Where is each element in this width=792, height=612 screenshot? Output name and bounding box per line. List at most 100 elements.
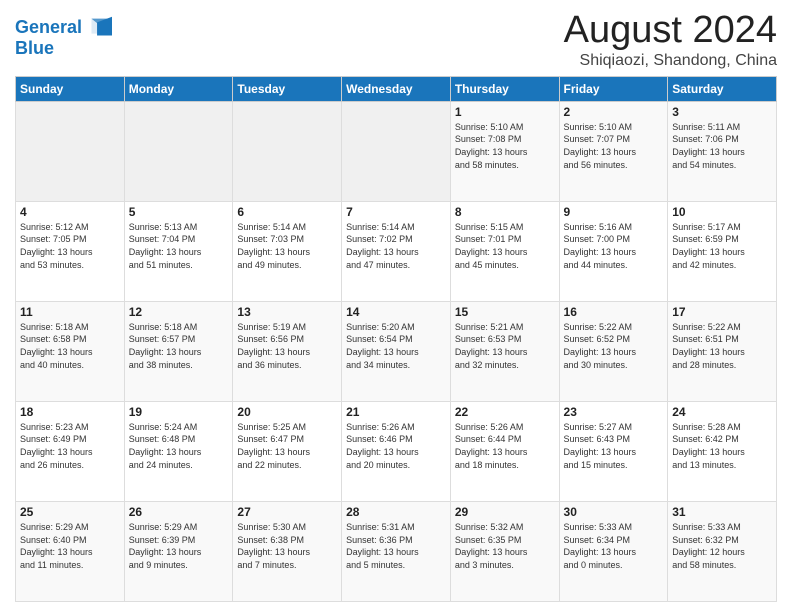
day-info: Sunrise: 5:14 AM Sunset: 7:03 PM Dayligh… [237, 221, 337, 271]
calendar-week-row: 18Sunrise: 5:23 AM Sunset: 6:49 PM Dayli… [16, 401, 777, 501]
calendar-day: 8 Sunrise: 5:15 AM Sunset: 7:01 PM Daylig… [450, 201, 559, 301]
day-info: Sunrise: 5:24 AM Sunset: 6:48 PM Dayligh… [129, 421, 229, 471]
day-info: Sunrise: 5:26 AM Sunset: 6:46 PM Dayligh… [346, 421, 446, 471]
calendar-day: 5 Sunrise: 5:13 AM Sunset: 7:04 PM Daylig… [124, 201, 233, 301]
calendar-day: 29 Sunrise: 5:32 AM Sunset: 6:35 PM Dayli… [450, 501, 559, 601]
day-info: Sunrise: 5:14 AM Sunset: 7:02 PM Dayligh… [346, 221, 446, 271]
day-info: Sunrise: 5:16 AM Sunset: 7:00 PM Dayligh… [564, 221, 664, 271]
calendar-day: 17 Sunrise: 5:22 AM Sunset: 6:51 PM Dayli… [668, 301, 777, 401]
day-info: Sunrise: 5:30 AM Sunset: 6:38 PM Dayligh… [237, 521, 337, 571]
calendar-week-row: 1 Sunrise: 5:10 AM Sunset: 7:08 PM Daylig… [16, 101, 777, 201]
day-info: Sunrise: 5:11 AM Sunset: 7:06 PM Dayligh… [672, 121, 772, 171]
calendar-day: 7 Sunrise: 5:14 AM Sunset: 7:02 PM Daylig… [342, 201, 451, 301]
weekday-header: Tuesday [233, 76, 342, 101]
page-title: August 2024 [564, 10, 777, 52]
calendar-day: 23 Sunrise: 5:27 AM Sunset: 6:43 PM Dayli… [559, 401, 668, 501]
day-number: 8 [455, 205, 555, 219]
calendar-day: 1 Sunrise: 5:10 AM Sunset: 7:08 PM Daylig… [450, 101, 559, 201]
page-subtitle: Shiqiaozi, Shandong, China [564, 52, 777, 70]
day-number: 29 [455, 505, 555, 519]
day-number: 11 [20, 305, 120, 319]
day-number: 7 [346, 205, 446, 219]
calendar-day: 6 Sunrise: 5:14 AM Sunset: 7:03 PM Daylig… [233, 201, 342, 301]
calendar-day: 25Sunrise: 5:29 AM Sunset: 6:40 PM Dayli… [16, 501, 125, 601]
weekday-header: Sunday [16, 76, 125, 101]
calendar-header-row: SundayMondayTuesdayWednesdayThursdayFrid… [16, 76, 777, 101]
day-info: Sunrise: 5:26 AM Sunset: 6:44 PM Dayligh… [455, 421, 555, 471]
calendar-week-row: 25Sunrise: 5:29 AM Sunset: 6:40 PM Dayli… [16, 501, 777, 601]
day-info: Sunrise: 5:10 AM Sunset: 7:08 PM Dayligh… [455, 121, 555, 171]
day-info: Sunrise: 5:19 AM Sunset: 6:56 PM Dayligh… [237, 321, 337, 371]
day-number: 31 [672, 505, 772, 519]
calendar-day: 31 Sunrise: 5:33 AM Sunset: 6:32 PM Dayli… [668, 501, 777, 601]
day-info: Sunrise: 5:13 AM Sunset: 7:04 PM Dayligh… [129, 221, 229, 271]
calendar-day: 10Sunrise: 5:17 AM Sunset: 6:59 PM Dayli… [668, 201, 777, 301]
day-number: 14 [346, 305, 446, 319]
day-info: Sunrise: 5:18 AM Sunset: 6:58 PM Dayligh… [20, 321, 120, 371]
day-number: 2 [564, 105, 664, 119]
day-number: 24 [672, 405, 772, 419]
day-info: Sunrise: 5:25 AM Sunset: 6:47 PM Dayligh… [237, 421, 337, 471]
calendar-day: 14 Sunrise: 5:20 AM Sunset: 6:54 PM Dayli… [342, 301, 451, 401]
calendar-day: 22 Sunrise: 5:26 AM Sunset: 6:44 PM Dayli… [450, 401, 559, 501]
weekday-header: Saturday [668, 76, 777, 101]
calendar-day: 4Sunrise: 5:12 AM Sunset: 7:05 PM Daylig… [16, 201, 125, 301]
calendar-day: 2 Sunrise: 5:10 AM Sunset: 7:07 PM Daylig… [559, 101, 668, 201]
logo-text: General [15, 18, 82, 38]
day-number: 27 [237, 505, 337, 519]
day-info: Sunrise: 5:33 AM Sunset: 6:32 PM Dayligh… [672, 521, 772, 571]
calendar-day: 24 Sunrise: 5:28 AM Sunset: 6:42 PM Dayli… [668, 401, 777, 501]
day-info: Sunrise: 5:29 AM Sunset: 6:39 PM Dayligh… [129, 521, 229, 571]
calendar-day: 27 Sunrise: 5:30 AM Sunset: 6:38 PM Dayli… [233, 501, 342, 601]
calendar-day: 15Sunrise: 5:21 AM Sunset: 6:53 PM Dayli… [450, 301, 559, 401]
day-info: Sunrise: 5:20 AM Sunset: 6:54 PM Dayligh… [346, 321, 446, 371]
day-number: 28 [346, 505, 446, 519]
calendar-week-row: 11 Sunrise: 5:18 AM Sunset: 6:58 PM Dayli… [16, 301, 777, 401]
day-number: 9 [564, 205, 664, 219]
logo-icon [84, 14, 112, 42]
calendar-day: 20Sunrise: 5:25 AM Sunset: 6:47 PM Dayli… [233, 401, 342, 501]
calendar-day: 9 Sunrise: 5:16 AM Sunset: 7:00 PM Daylig… [559, 201, 668, 301]
calendar-day: 12Sunrise: 5:18 AM Sunset: 6:57 PM Dayli… [124, 301, 233, 401]
weekday-header: Friday [559, 76, 668, 101]
day-info: Sunrise: 5:15 AM Sunset: 7:01 PM Dayligh… [455, 221, 555, 271]
day-number: 1 [455, 105, 555, 119]
day-info: Sunrise: 5:22 AM Sunset: 6:51 PM Dayligh… [672, 321, 772, 371]
header: General Blue August 2024 Shiqiaozi, Shan… [15, 10, 777, 70]
calendar-day: 26 Sunrise: 5:29 AM Sunset: 6:39 PM Dayli… [124, 501, 233, 601]
day-info: Sunrise: 5:27 AM Sunset: 6:43 PM Dayligh… [564, 421, 664, 471]
calendar-day: 21 Sunrise: 5:26 AM Sunset: 6:46 PM Dayli… [342, 401, 451, 501]
weekday-header: Wednesday [342, 76, 451, 101]
day-number: 21 [346, 405, 446, 419]
title-block: August 2024 Shiqiaozi, Shandong, China [564, 10, 777, 70]
day-info: Sunrise: 5:12 AM Sunset: 7:05 PM Dayligh… [20, 221, 120, 271]
page: General Blue August 2024 Shiqiaozi, Shan… [0, 0, 792, 612]
calendar-day [16, 101, 125, 201]
calendar-day: 13 Sunrise: 5:19 AM Sunset: 6:56 PM Dayli… [233, 301, 342, 401]
day-number: 16 [564, 305, 664, 319]
day-number: 18 [20, 405, 120, 419]
day-info: Sunrise: 5:31 AM Sunset: 6:36 PM Dayligh… [346, 521, 446, 571]
day-info: Sunrise: 5:10 AM Sunset: 7:07 PM Dayligh… [564, 121, 664, 171]
calendar-day: 11 Sunrise: 5:18 AM Sunset: 6:58 PM Dayli… [16, 301, 125, 401]
day-info: Sunrise: 5:32 AM Sunset: 6:35 PM Dayligh… [455, 521, 555, 571]
day-number: 17 [672, 305, 772, 319]
day-number: 26 [129, 505, 229, 519]
weekday-header: Thursday [450, 76, 559, 101]
day-number: 23 [564, 405, 664, 419]
day-info: Sunrise: 5:17 AM Sunset: 6:59 PM Dayligh… [672, 221, 772, 271]
calendar-day [124, 101, 233, 201]
calendar-day: 16 Sunrise: 5:22 AM Sunset: 6:52 PM Dayli… [559, 301, 668, 401]
logo: General Blue [15, 14, 112, 59]
day-number: 6 [237, 205, 337, 219]
calendar-day: 18Sunrise: 5:23 AM Sunset: 6:49 PM Dayli… [16, 401, 125, 501]
day-number: 13 [237, 305, 337, 319]
day-info: Sunrise: 5:18 AM Sunset: 6:57 PM Dayligh… [129, 321, 229, 371]
day-info: Sunrise: 5:22 AM Sunset: 6:52 PM Dayligh… [564, 321, 664, 371]
calendar-day [233, 101, 342, 201]
day-info: Sunrise: 5:28 AM Sunset: 6:42 PM Dayligh… [672, 421, 772, 471]
day-number: 15 [455, 305, 555, 319]
day-number: 22 [455, 405, 555, 419]
day-number: 5 [129, 205, 229, 219]
day-number: 19 [129, 405, 229, 419]
